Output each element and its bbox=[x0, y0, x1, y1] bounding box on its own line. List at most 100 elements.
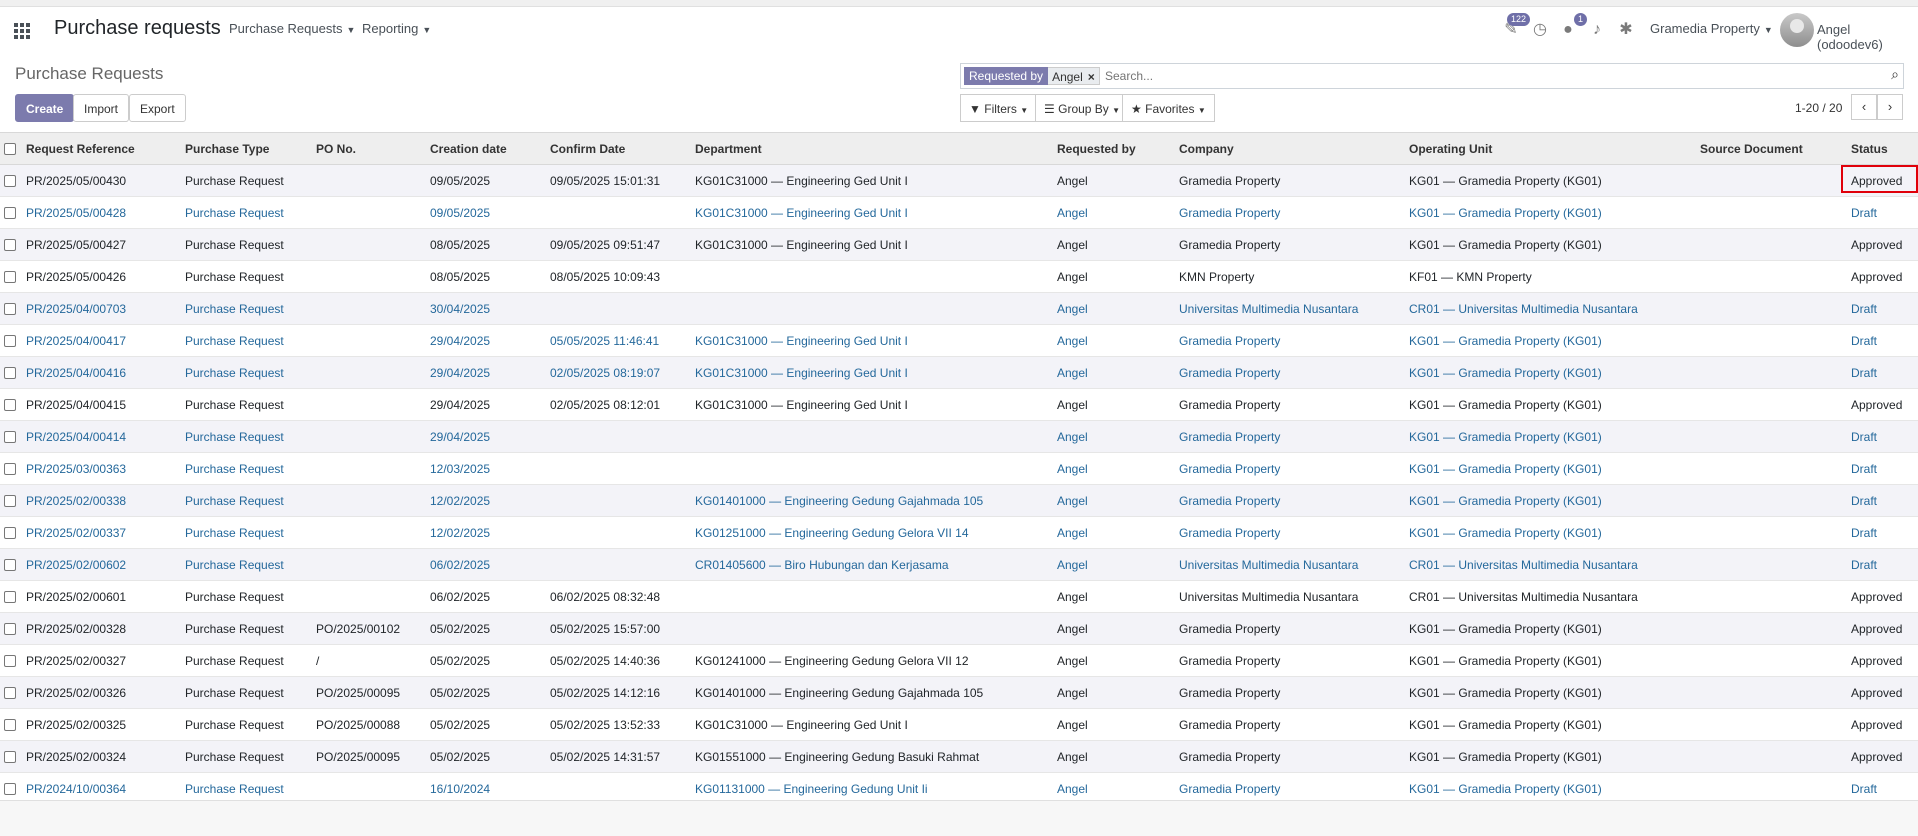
cell-operating-unit[interactable]: CR01 — Universitas Multimedia Nusantara bbox=[1405, 292, 1696, 325]
cell-company[interactable]: Gramedia Property bbox=[1175, 644, 1405, 677]
cell-operating-unit[interactable]: KG01 — Gramedia Property (KG01) bbox=[1405, 484, 1696, 517]
cell-creation-date[interactable]: 29/04/2025 bbox=[426, 388, 546, 421]
cell-source-document[interactable] bbox=[1696, 260, 1847, 293]
cell-department[interactable]: CR01405600 — Biro Hubungan dan Kerjasama bbox=[691, 548, 1053, 581]
cell-status[interactable]: Approved bbox=[1847, 676, 1918, 709]
table-row[interactable]: PR/2025/02/00325 Purchase Request PO/2025/… bbox=[0, 708, 1918, 741]
cell-confirm-date[interactable]: 05/05/2025 11:46:41 bbox=[546, 324, 691, 357]
bug-icon[interactable]: ✱ bbox=[1615, 19, 1637, 41]
cell-requested-by[interactable]: Angel bbox=[1053, 516, 1175, 549]
cell-requested-by[interactable]: Angel bbox=[1053, 388, 1175, 421]
column-header-po-no[interactable]: PO No. bbox=[312, 132, 426, 165]
cell-confirm-date[interactable]: 05/02/2025 14:40:36 bbox=[546, 644, 691, 677]
cell-request-reference[interactable]: PR/2025/04/00416 bbox=[22, 356, 181, 389]
cell-department[interactable] bbox=[691, 580, 1053, 613]
cell-source-document[interactable] bbox=[1696, 516, 1847, 549]
cell-status[interactable]: Draft bbox=[1847, 420, 1918, 453]
cell-operating-unit[interactable]: KG01 — Gramedia Property (KG01) bbox=[1405, 388, 1696, 421]
cell-operating-unit[interactable]: KG01 — Gramedia Property (KG01) bbox=[1405, 708, 1696, 741]
row-checkbox[interactable] bbox=[0, 388, 22, 421]
cell-requested-by[interactable]: Angel bbox=[1053, 580, 1175, 613]
cell-source-document[interactable] bbox=[1696, 196, 1847, 229]
column-header-company[interactable]: Company bbox=[1175, 132, 1405, 165]
cell-company[interactable]: Gramedia Property bbox=[1175, 196, 1405, 229]
cell-requested-by[interactable]: Angel bbox=[1053, 708, 1175, 741]
cell-po-no[interactable] bbox=[312, 196, 426, 229]
cell-po-no[interactable] bbox=[312, 484, 426, 517]
cell-source-document[interactable] bbox=[1696, 708, 1847, 741]
cell-request-reference[interactable]: PR/2025/02/00325 bbox=[22, 708, 181, 741]
cell-status[interactable]: Draft bbox=[1847, 356, 1918, 389]
cell-department[interactable]: KG01C31000 — Engineering Ged Unit I bbox=[691, 324, 1053, 357]
cell-purchase-type[interactable]: Purchase Request bbox=[181, 452, 312, 485]
cell-creation-date[interactable]: 12/02/2025 bbox=[426, 484, 546, 517]
table-row[interactable]: PR/2025/05/00427 Purchase Request 08/05/20… bbox=[0, 228, 1918, 261]
cell-company[interactable]: Universitas Multimedia Nusantara bbox=[1175, 580, 1405, 613]
cell-purchase-type[interactable]: Purchase Request bbox=[181, 484, 312, 517]
cell-department[interactable]: KG01C31000 — Engineering Ged Unit I bbox=[691, 164, 1053, 197]
cell-requested-by[interactable]: Angel bbox=[1053, 324, 1175, 357]
column-header-creation-date[interactable]: Creation date bbox=[426, 132, 546, 165]
cell-operating-unit[interactable]: KG01 — Gramedia Property (KG01) bbox=[1405, 516, 1696, 549]
table-row[interactable]: PR/2025/02/00602 Purchase Request 06/02/20… bbox=[0, 548, 1918, 581]
row-checkbox[interactable] bbox=[0, 548, 22, 581]
cell-purchase-type[interactable]: Purchase Request bbox=[181, 516, 312, 549]
table-row[interactable]: PR/2025/02/00327 Purchase Request/05/02/2… bbox=[0, 644, 1918, 677]
user-name[interactable]: Angel (odoodev6) bbox=[1817, 22, 1918, 52]
menu-reporting[interactable]: Reporting ▼ bbox=[362, 21, 431, 36]
table-row[interactable]: PR/2025/04/00414 Purchase Request 29/04/20… bbox=[0, 420, 1918, 453]
app-brand[interactable]: Purchase requests bbox=[54, 17, 221, 40]
cell-confirm-date[interactable] bbox=[546, 484, 691, 517]
cell-status[interactable]: Draft bbox=[1847, 516, 1918, 549]
cell-purchase-type[interactable]: Purchase Request bbox=[181, 324, 312, 357]
row-checkbox[interactable] bbox=[0, 324, 22, 357]
cell-purchase-type[interactable]: Purchase Request bbox=[181, 196, 312, 229]
cell-requested-by[interactable]: Angel bbox=[1053, 548, 1175, 581]
cell-po-no[interactable] bbox=[312, 420, 426, 453]
cell-po-no[interactable] bbox=[312, 164, 426, 197]
cell-creation-date[interactable]: 05/02/2025 bbox=[426, 676, 546, 709]
cell-status[interactable]: Draft bbox=[1847, 484, 1918, 517]
company-switcher[interactable]: Gramedia Property ▼ bbox=[1650, 21, 1773, 36]
cell-department[interactable] bbox=[691, 452, 1053, 485]
cell-department[interactable]: KG01241000 — Engineering Gedung Gelora V… bbox=[691, 644, 1053, 677]
cell-operating-unit[interactable]: KG01 — Gramedia Property (KG01) bbox=[1405, 356, 1696, 389]
cell-source-document[interactable] bbox=[1696, 484, 1847, 517]
group-by-button[interactable]: ☰ Group By ▼ bbox=[1035, 94, 1130, 122]
cell-requested-by[interactable]: Angel bbox=[1053, 228, 1175, 261]
cell-confirm-date[interactable]: 06/02/2025 08:32:48 bbox=[546, 580, 691, 613]
cell-request-reference[interactable]: PR/2025/05/00426 bbox=[22, 260, 181, 293]
export-button[interactable]: Export bbox=[129, 94, 186, 122]
activity-edit-icon[interactable]: ✎ 122 bbox=[1500, 13, 1530, 41]
cell-purchase-type[interactable]: Purchase Request bbox=[181, 420, 312, 453]
cell-purchase-type[interactable]: Purchase Request bbox=[181, 676, 312, 709]
column-header-operating-unit[interactable]: Operating Unit bbox=[1405, 132, 1696, 165]
cell-source-document[interactable] bbox=[1696, 612, 1847, 645]
cell-department[interactable] bbox=[691, 612, 1053, 645]
row-checkbox[interactable] bbox=[0, 580, 22, 613]
cell-po-no[interactable] bbox=[312, 228, 426, 261]
cell-confirm-date[interactable] bbox=[546, 196, 691, 229]
cell-confirm-date[interactable]: 05/02/2025 14:31:57 bbox=[546, 740, 691, 773]
cell-request-reference[interactable]: PR/2025/05/00428 bbox=[22, 196, 181, 229]
cell-requested-by[interactable]: Angel bbox=[1053, 452, 1175, 485]
cell-operating-unit[interactable]: CR01 — Universitas Multimedia Nusantara bbox=[1405, 580, 1696, 613]
cell-requested-by[interactable]: Angel bbox=[1053, 292, 1175, 325]
cell-company[interactable]: Gramedia Property bbox=[1175, 420, 1405, 453]
cell-creation-date[interactable]: 06/02/2025 bbox=[426, 548, 546, 581]
row-checkbox[interactable] bbox=[0, 164, 22, 197]
cell-status[interactable]: Approved bbox=[1847, 644, 1918, 677]
cell-creation-date[interactable]: 05/02/2025 bbox=[426, 644, 546, 677]
cell-purchase-type[interactable]: Purchase Request bbox=[181, 708, 312, 741]
cell-po-no[interactable] bbox=[312, 260, 426, 293]
row-checkbox[interactable] bbox=[0, 516, 22, 549]
cell-request-reference[interactable]: PR/2025/03/00363 bbox=[22, 452, 181, 485]
cell-po-no[interactable]: PO/2025/00088 bbox=[312, 708, 426, 741]
cell-request-reference[interactable]: PR/2025/04/00415 bbox=[22, 388, 181, 421]
row-checkbox[interactable] bbox=[0, 420, 22, 453]
cell-confirm-date[interactable]: 02/05/2025 08:19:07 bbox=[546, 356, 691, 389]
cell-status[interactable]: Draft bbox=[1847, 324, 1918, 357]
cell-department[interactable] bbox=[691, 292, 1053, 325]
table-row[interactable]: PR/2025/05/00430 Purchase Request 09/05/20… bbox=[0, 164, 1918, 197]
cell-purchase-type[interactable]: Purchase Request bbox=[181, 228, 312, 261]
